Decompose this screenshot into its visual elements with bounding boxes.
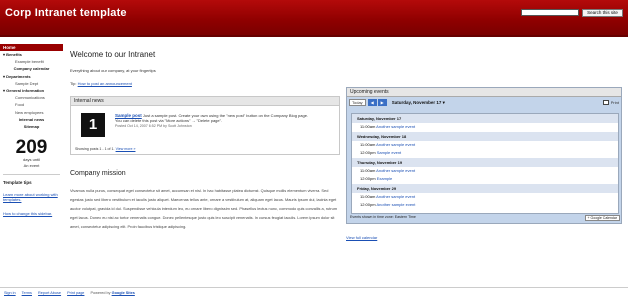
agenda-event[interactable]: 12:00pm Sample event	[352, 149, 618, 158]
agenda-event[interactable]: 11:00am Another sample event	[352, 193, 618, 202]
mission-text: Vivamus nulla purus, consequat eget cons…	[70, 188, 338, 229]
calendar-gadget: Upcoming events Today ◀ ▶ Saturday, Nove…	[346, 87, 622, 224]
news-post: 1 Sample post Just a sample post. Create…	[71, 106, 339, 141]
print-label: Print	[610, 100, 619, 105]
sidebar-nav: ▾ Benefits Example benefit Company calen…	[0, 51, 63, 130]
page-footer: Sign in Terms Report Abuse Print page Po…	[0, 287, 628, 298]
footer-link-sign-in[interactable]: Sign in	[4, 291, 16, 295]
footer-link-report-abuse[interactable]: Report Abuse	[38, 291, 61, 295]
sidebar-item-home[interactable]: Home	[0, 44, 63, 51]
page-title: Welcome to our Intranet	[70, 50, 156, 59]
template-tips: Template tips Learn more about working w…	[0, 175, 63, 227]
agenda-day: Friday, November 29	[352, 183, 618, 193]
news-pagination: Showing posts 1 - 1 of 1. View more »	[71, 141, 339, 154]
footer-link-print-page[interactable]: Print page	[67, 291, 84, 295]
footer-link-terms[interactable]: Terms	[22, 291, 32, 295]
agenda-day: Thursday, November 19	[352, 157, 618, 167]
template-tips-heading: Template tips	[3, 180, 32, 186]
next-arrow-icon[interactable]: ▶	[377, 99, 387, 106]
timezone-note: Events shown in time zone: Eastern Time	[350, 215, 416, 219]
sidebar-item-new-employees[interactable]: New employees	[0, 109, 63, 116]
tip-line: Tip: How to post an announcement	[70, 81, 340, 86]
main-content: Welcome to our Intranet Everything about…	[70, 50, 340, 231]
agenda-day: Saturday, November 17	[352, 114, 618, 123]
agenda-event[interactable]: 11:00am Another sample event	[352, 141, 618, 150]
news-count: Showing posts 1 - 1 of 1.	[75, 147, 115, 151]
printer-icon	[602, 100, 609, 105]
tip-link[interactable]: How to post an announcement	[78, 81, 132, 86]
today-button[interactable]: Today	[349, 99, 366, 106]
powered-by-label: Powered by	[90, 291, 111, 295]
post-body: Just a sample post. Create your own usin…	[115, 113, 309, 123]
sidebar-item-departments[interactable]: ▾ Departments	[0, 73, 63, 80]
tips-link-templates[interactable]: Learn more about working with templates.	[3, 192, 60, 203]
view-full-calendar-link[interactable]: View full calendar	[346, 235, 377, 240]
agenda-event[interactable]: 11:00am Another sample event	[352, 167, 618, 176]
internal-news-box: Internal news 1 Sample post Just a sampl…	[70, 96, 340, 155]
tips-link-sidebar[interactable]: How to change this sidebar.	[3, 211, 60, 217]
header-banner: Corp Intranet template Search this site	[0, 0, 628, 37]
tip-label: Tip:	[70, 81, 77, 86]
sidebar-item-internal-news[interactable]: Internal news	[0, 116, 63, 123]
calendar-toolbar: Today ◀ ▶ Saturday, November 17 ▾ Print	[347, 97, 621, 108]
calendar-agenda[interactable]: Saturday, November 17 11:00am Another sa…	[351, 113, 619, 214]
sidebar-item-general-information[interactable]: ▾ General information	[0, 87, 63, 94]
sidebar-item-food[interactable]: Food	[0, 101, 63, 108]
countdown-number: 209	[15, 137, 48, 159]
sidebar-item-benefits[interactable]: ▾ Benefits	[0, 51, 63, 58]
view-more-link[interactable]: View more »	[116, 147, 136, 151]
sidebar: Home ▾ Benefits Example benefit Company …	[0, 44, 63, 284]
search-button[interactable]: Search this site	[582, 9, 623, 17]
site-title[interactable]: Corp Intranet template	[5, 7, 127, 19]
post-meta: Posted Oct 14, 2007 6:52 PM by Scott Joh…	[115, 124, 192, 128]
prev-arrow-icon[interactable]: ◀	[367, 99, 377, 106]
sidebar-item-sample-dept[interactable]: Sample Dept	[0, 80, 63, 87]
google-calendar-button[interactable]: + Google Calendar	[584, 215, 620, 221]
mission-heading: Company mission	[70, 170, 126, 177]
sidebar-item-sitemap[interactable]: Sitemap	[0, 123, 63, 130]
sidebar-item-communications[interactable]: Communications	[0, 94, 63, 101]
calendar-header: Upcoming events	[347, 88, 621, 97]
post-number-badge: 1	[81, 113, 105, 137]
internal-news-header: Internal news	[71, 97, 339, 106]
calendar-date[interactable]: Saturday, November 17 ▾	[392, 100, 445, 106]
agenda-event[interactable]: 12:00pm Example	[352, 175, 618, 184]
page-subtitle: Everything about our company, at your fi…	[70, 68, 156, 73]
google-sites-link[interactable]: Google Sites	[112, 291, 135, 295]
agenda-event[interactable]: 12:00pm Another sample event	[352, 201, 618, 210]
sidebar-item-example-benefit[interactable]: Example benefit	[0, 58, 63, 65]
countdown-event: An event	[23, 163, 40, 169]
print-button[interactable]: Print	[602, 100, 619, 105]
agenda-event[interactable]: 11:00am Another sample event	[352, 123, 618, 132]
agenda-day: Wednesday, November 18	[352, 131, 618, 141]
calendar-footer: Events shown in time zone: Eastern Time …	[350, 215, 620, 221]
search-input[interactable]	[521, 9, 579, 16]
sidebar-item-company-calendar[interactable]: Company calendar	[0, 65, 63, 72]
post-text: Sample post Just a sample post. Create y…	[115, 113, 315, 137]
